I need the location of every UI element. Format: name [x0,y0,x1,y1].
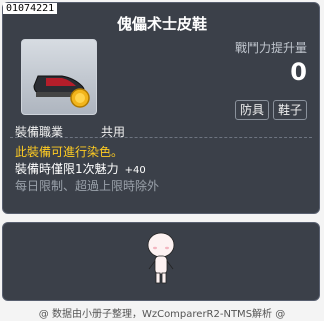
stat-bonus: +40 [124,165,146,176]
limit-note: 每日限制、超過上限時除外 [15,179,160,193]
category-tag-shoes: 鞋子 [272,100,307,120]
item-tooltip: 01074221 傀儡术士皮鞋 戰鬥力提升量 0 防具 鞋子 裝備職業 共用 此… [2,2,320,214]
divider [10,137,312,138]
character-preview-panel [2,222,320,301]
combat-power-label: 戰鬥力提升量 [234,41,307,55]
dyeable-note: 此裝備可進行染色。 [15,145,124,159]
combat-power-value: 0 [290,58,307,86]
item-id: 01074221 [3,3,58,14]
gold-medal-icon [70,88,90,108]
item-icon-frame [21,39,97,115]
stat-line: 裝備時僅限1次魅力 +40 [15,160,146,177]
footer-credit: @ 数据由小册子整理，WzComparerR2-NTMS解析 @ [38,309,286,320]
stat-text: 裝備時僅限1次魅力 [15,162,119,176]
category-tag-armor: 防具 [234,100,269,120]
shoe-icon [33,75,90,108]
character-preview [147,232,175,284]
item-title: 傀儡术士皮鞋 [116,15,207,33]
